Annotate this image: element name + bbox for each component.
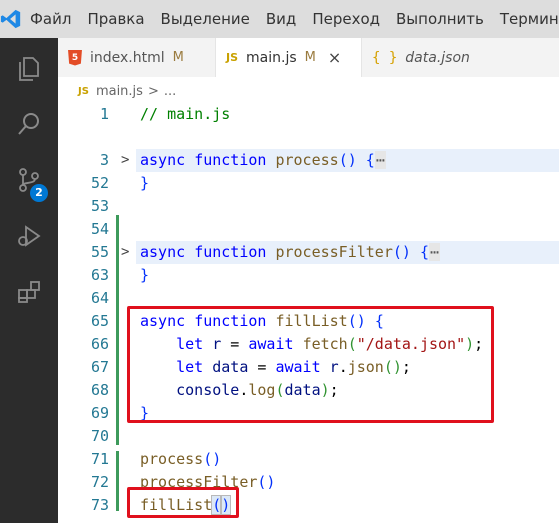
- tab-data-json[interactable]: { } data.json: [362, 38, 559, 77]
- code-line: 53: [58, 195, 559, 218]
- source-control-icon[interactable]: 2: [0, 152, 58, 208]
- tab-index-html[interactable]: 5 index.html M: [58, 38, 216, 77]
- line-number: 52: [90, 174, 109, 192]
- folded-region-ellipsis[interactable]: ⋯: [429, 243, 441, 261]
- vscode-logo-icon: [0, 0, 22, 38]
- close-icon[interactable]: ×: [328, 48, 341, 67]
- line-number: 73: [90, 496, 109, 514]
- folded-region-ellipsis[interactable]: ⋯: [374, 151, 386, 169]
- line-number: 72: [90, 473, 109, 491]
- tab-label: index.html: [90, 49, 165, 66]
- explorer-icon[interactable]: [0, 40, 58, 96]
- chevron-right-icon[interactable]: >: [121, 149, 129, 172]
- breadcrumb-rest[interactable]: ...: [164, 84, 176, 99]
- line-code: async function process() {⋯: [140, 151, 386, 169]
- run-debug-icon[interactable]: [0, 208, 58, 264]
- modified-indicator: M: [304, 50, 316, 65]
- line-number: 54: [90, 220, 109, 238]
- line-number: 71: [90, 450, 109, 468]
- highlight-box-filllist-call: [127, 487, 239, 518]
- line-code: // main.js: [140, 105, 231, 123]
- chevron-right-icon: >: [147, 83, 159, 99]
- line-number: 1: [99, 105, 109, 123]
- line-number: 65: [90, 312, 109, 330]
- code-line: 3 > async function process() {⋯: [58, 149, 559, 172]
- line-number: 55: [90, 243, 109, 261]
- breadcrumb-file[interactable]: main.js: [96, 84, 143, 99]
- search-icon[interactable]: [0, 96, 58, 152]
- tab-label: main.js: [246, 49, 297, 66]
- js-icon: JS: [78, 85, 89, 97]
- code-line: 70: [58, 425, 559, 448]
- activity-bar: 2: [0, 38, 58, 523]
- code-line: 55 > async function processFilter() {⋯: [58, 241, 559, 264]
- html5-icon: 5: [68, 49, 82, 66]
- breadcrumb: JS main.js > ...: [78, 79, 176, 103]
- js-icon: JS: [226, 51, 239, 64]
- chevron-right-icon[interactable]: >: [121, 241, 129, 264]
- line-number: 63: [90, 266, 109, 284]
- menu-selection[interactable]: Выделение: [153, 0, 258, 38]
- menu-edit[interactable]: Правка: [79, 0, 152, 38]
- modified-indicator: M: [172, 50, 184, 65]
- json-braces-icon: { }: [372, 49, 398, 66]
- code-line: 63 }: [58, 264, 559, 287]
- tab-bar: 5 index.html M JS main.js M × { } data.j…: [58, 38, 559, 77]
- tab-label: data.json: [405, 49, 470, 66]
- menu-view[interactable]: Вид: [258, 0, 304, 38]
- menu-bar: Файл Правка Выделение Вид Переход Выполн…: [0, 0, 559, 38]
- line-number: 66: [90, 335, 109, 353]
- line-number: 69: [90, 404, 109, 422]
- line-number: 67: [90, 358, 109, 376]
- code-line: 71 process(): [58, 448, 559, 471]
- line-code: process(): [140, 450, 222, 468]
- code-editor[interactable]: 1 // main.js 3 > async function process(…: [58, 103, 559, 523]
- highlight-box-filllist-function: [127, 306, 494, 423]
- line-code: async function processFilter() {⋯: [140, 243, 441, 261]
- scm-badge: 2: [30, 184, 48, 202]
- line-number: 70: [90, 427, 109, 445]
- line-number: 68: [90, 381, 109, 399]
- line-number: 53: [90, 197, 109, 215]
- line-number: 64: [90, 289, 109, 307]
- extensions-icon[interactable]: [0, 264, 58, 320]
- code-line: 52 }: [58, 172, 559, 195]
- menu-run[interactable]: Выполнить: [388, 0, 492, 38]
- line-code: }: [140, 174, 150, 192]
- tab-main-js[interactable]: JS main.js M ×: [216, 38, 362, 77]
- line-number: 3: [99, 151, 109, 169]
- menu-file[interactable]: Файл: [22, 0, 79, 38]
- code-line: 54: [58, 218, 559, 241]
- code-line: 1 // main.js: [58, 103, 559, 126]
- menu-terminal[interactable]: Термина: [492, 0, 559, 38]
- menu-go[interactable]: Переход: [304, 0, 388, 38]
- line-code: }: [140, 266, 150, 284]
